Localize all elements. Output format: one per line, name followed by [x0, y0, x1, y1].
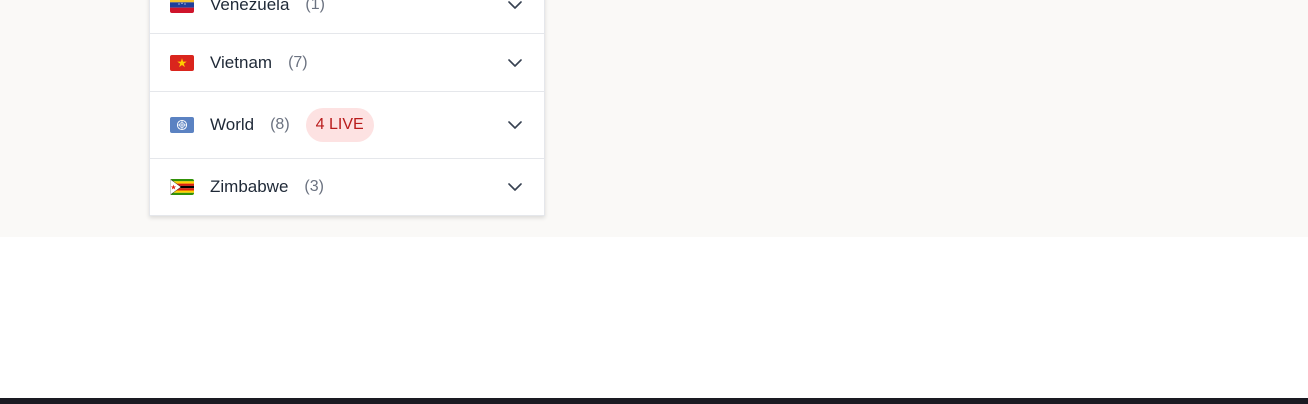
content-area: Venezuela (1) Vietnam (7) World (8) 4 LI… — [0, 0, 1308, 237]
un-flag-icon — [170, 117, 194, 133]
country-row-vietnam[interactable]: Vietnam (7) — [150, 34, 544, 92]
venezuela-flag-icon — [170, 0, 194, 13]
match-count: (7) — [288, 53, 308, 71]
chevron-down-icon[interactable] — [508, 56, 522, 70]
match-count: (8) — [270, 116, 290, 133]
country-row-zimbabwe[interactable]: Zimbabwe (3) — [150, 159, 544, 215]
match-count: (3) — [304, 178, 324, 195]
country-name: Venezuela — [210, 0, 290, 14]
zimbabwe-flag-icon — [170, 179, 194, 195]
live-badge: 4 LIVE — [305, 108, 374, 142]
chevron-down-icon[interactable] — [508, 180, 522, 194]
footer-bar — [0, 398, 1308, 404]
chevron-down-icon[interactable] — [508, 0, 522, 12]
chevron-down-icon[interactable] — [508, 118, 522, 132]
match-count: (1) — [305, 0, 325, 13]
country-name: World — [210, 115, 255, 134]
country-name: Vietnam — [210, 52, 273, 72]
country-name: Zimbabwe — [210, 177, 289, 196]
country-row-world[interactable]: World (8) 4 LIVE — [150, 92, 544, 159]
vietnam-flag-icon — [170, 54, 194, 71]
country-list: Venezuela (1) Vietnam (7) World (8) 4 LI… — [149, 0, 545, 216]
country-row-venezuela[interactable]: Venezuela (1) — [150, 0, 544, 34]
